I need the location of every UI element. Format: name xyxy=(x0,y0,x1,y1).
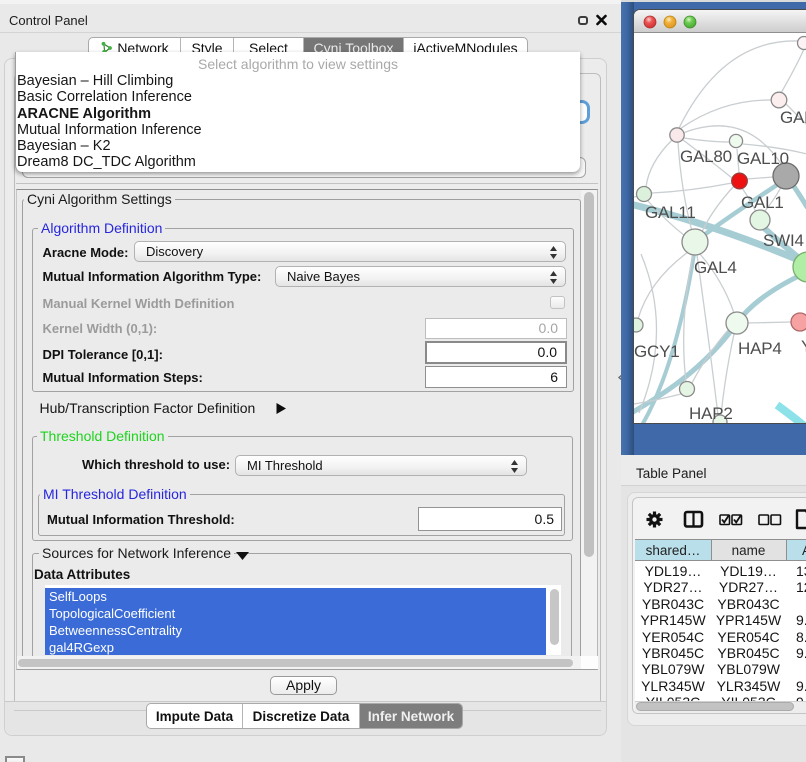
svg-text:GCY1: GCY1 xyxy=(634,342,680,361)
svg-text:HAP2: HAP2 xyxy=(689,404,733,423)
svg-text:HAP4: HAP4 xyxy=(738,339,782,358)
svg-text:GAL80: GAL80 xyxy=(680,147,732,166)
svg-text:Y: Y xyxy=(801,337,806,356)
svg-text:SWI4: SWI4 xyxy=(763,231,804,250)
svg-text:GAL11: GAL11 xyxy=(645,203,696,222)
svg-text:GAL4: GAL4 xyxy=(694,258,737,277)
svg-text:GAL7: GAL7 xyxy=(780,108,806,127)
svg-text:GAL1: GAL1 xyxy=(741,193,784,212)
svg-text:GAL10: GAL10 xyxy=(737,149,789,168)
